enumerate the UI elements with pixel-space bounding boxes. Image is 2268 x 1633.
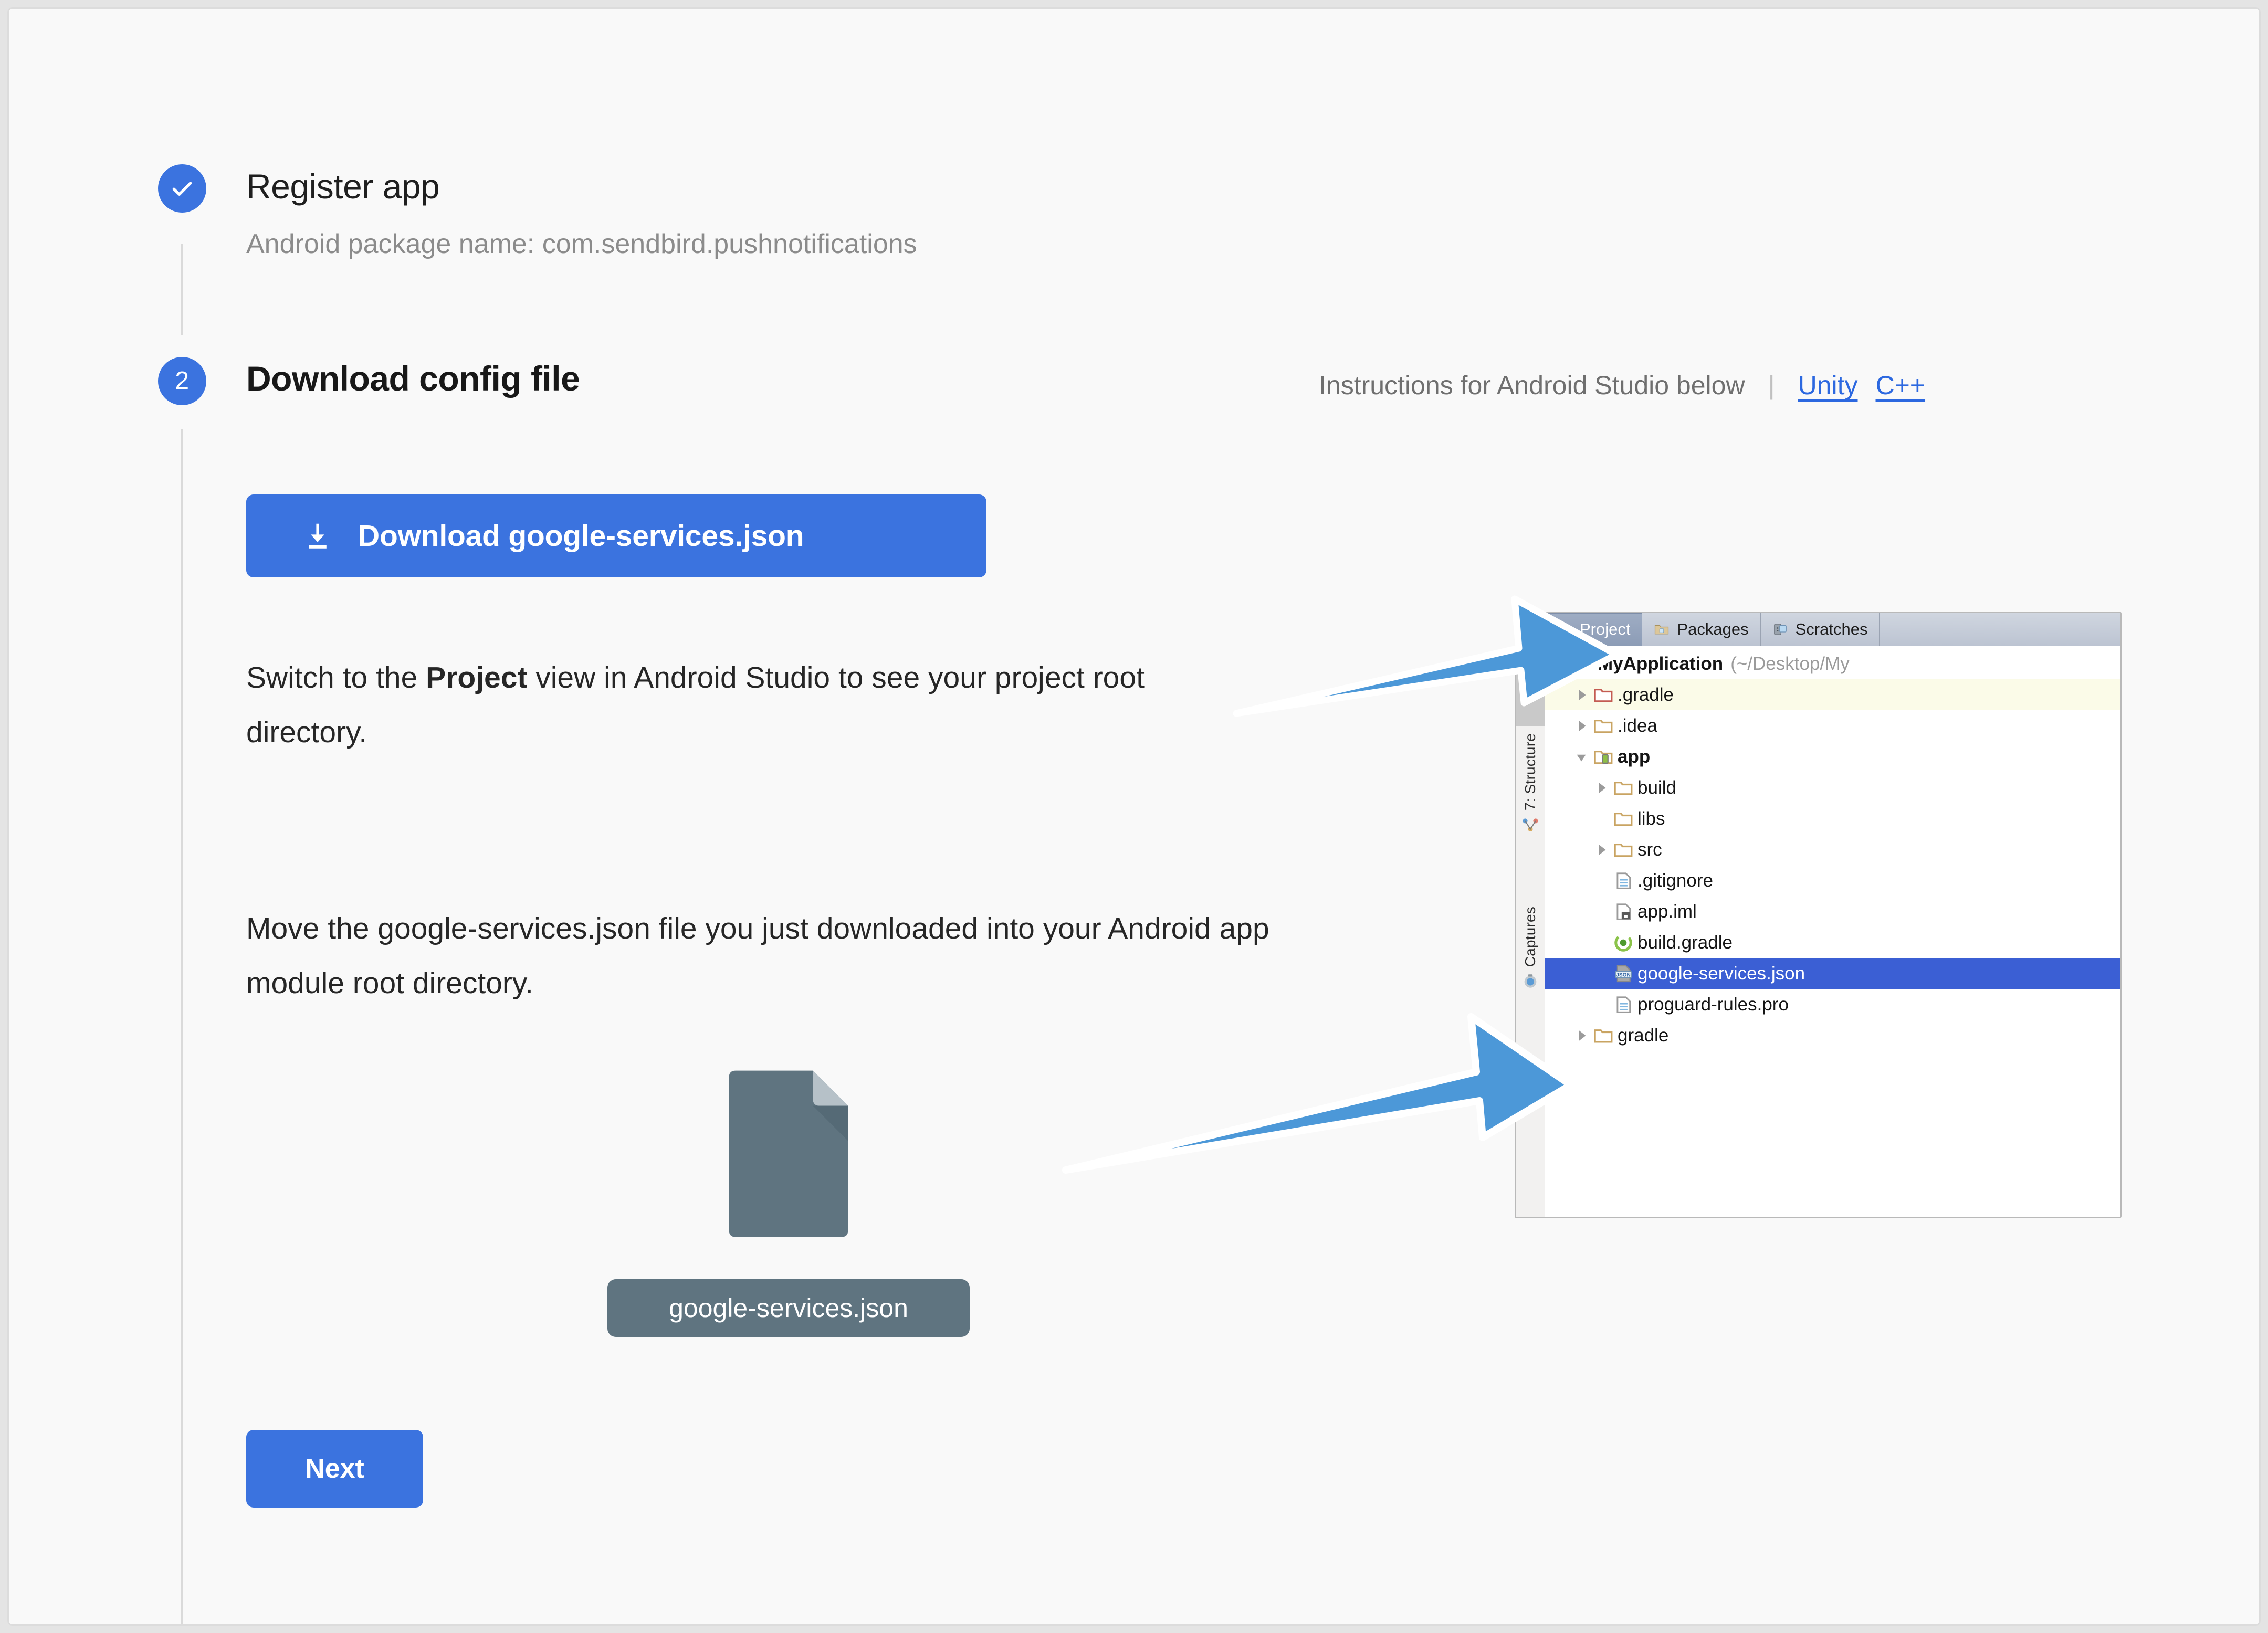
tab-scratches-label: Scratches [1796, 620, 1868, 639]
android-studio-main-column: Project Packages Scratches [1545, 613, 2120, 1217]
tree-row-label: app [1618, 746, 1650, 767]
tree-row[interactable]: gradle [1545, 1020, 2120, 1051]
step-1-subtitle: Android package name: com.sendbird.pushn… [246, 228, 917, 260]
text-file-icon [1613, 995, 1633, 1015]
download-icon [301, 520, 334, 552]
step-connector-line-2 [181, 429, 183, 1626]
check-icon [169, 175, 195, 202]
gradle-file-icon [1613, 933, 1633, 953]
tab-project[interactable]: Project [1545, 613, 1642, 646]
arrow-to-tree [1056, 1006, 1581, 1179]
folder-icon [1593, 716, 1613, 736]
file-name-chip: google-services.json [607, 1279, 970, 1337]
tree-row-label: .idea [1618, 715, 1657, 736]
tree-row-label: app.iml [1637, 901, 1697, 922]
tree-row-label: build.gradle [1637, 932, 1732, 953]
tab-packages[interactable]: Packages [1642, 613, 1760, 646]
step-connector-line-1 [181, 244, 183, 335]
chevron-right-icon[interactable] [1572, 686, 1590, 704]
iml-file-icon [1613, 902, 1633, 922]
step-1-badge-complete [158, 164, 206, 213]
download-google-services-json-button[interactable]: Download google-services.json [246, 494, 986, 577]
chevron-down-icon[interactable] [1552, 655, 1570, 673]
firebase-setup-page: Register app Android package name: com.s… [7, 7, 2261, 1626]
tree-row-label: .gitignore [1637, 870, 1713, 891]
tool-tab-captures-label: Captures [1522, 907, 1539, 967]
tree-row[interactable]: .idea [1545, 710, 2120, 741]
tree-row[interactable]: JSON google-services.json [1545, 958, 2120, 989]
tree-row[interactable]: MyApplication (~/Desktop/My [1545, 648, 2120, 679]
structure-tool-icon [1521, 816, 1539, 834]
para1-bold-project: Project [426, 661, 527, 694]
tool-tab-project[interactable]: 1: [1516, 615, 1545, 726]
step-1-title: Register app [246, 166, 439, 206]
tree-row-path: (~/Desktop/My [1730, 654, 1850, 675]
next-button[interactable]: Next [246, 1430, 423, 1508]
tool-tab-captures[interactable]: Captures [1516, 907, 1545, 990]
tree-row[interactable]: libs [1545, 803, 2120, 834]
tree-row[interactable]: app [1545, 741, 2120, 772]
tree-row[interactable]: .gitignore [1545, 865, 2120, 896]
chevron-right-icon[interactable] [1592, 779, 1610, 797]
tree-row[interactable]: .gradle [1545, 679, 2120, 710]
json-file-icon [720, 1069, 857, 1242]
meta-divider: | [1768, 370, 1775, 401]
step-2-number: 2 [175, 368, 189, 394]
tree-row-label: build [1637, 777, 1676, 798]
step-2-badge-number: 2 [158, 357, 206, 405]
project-file-tree[interactable]: MyApplication (~/Desktop/My .gradle .idea ap… [1545, 646, 2120, 1217]
cpp-link[interactable]: C++ [1876, 370, 1926, 401]
tool-tab-project-label: 1: [1522, 615, 1539, 627]
chevron-right-icon[interactable] [1592, 841, 1610, 859]
chevron-right-icon[interactable] [1572, 1027, 1590, 1045]
step-2-platform-links: Instructions for Android Studio below | … [1319, 370, 1925, 401]
download-button-label: Download google-services.json [358, 519, 804, 553]
tree-row[interactable]: build [1545, 772, 2120, 803]
chevron-down-icon[interactable] [1572, 748, 1590, 766]
folder-icon [1613, 778, 1633, 798]
android-studio-tabbar: Project Packages Scratches [1545, 613, 2120, 646]
tree-row[interactable]: app.iml [1545, 896, 2120, 927]
tree-row-label: gradle [1618, 1025, 1668, 1046]
json-file-icon: JSON [1613, 964, 1633, 984]
folder-icon [1613, 840, 1633, 860]
chevron-right-icon[interactable] [1572, 717, 1590, 735]
tool-tab-structure-label: 7: Structure [1522, 733, 1539, 810]
project-tool-icon [1521, 633, 1539, 650]
project-tab-icon [1557, 621, 1572, 637]
tree-row-label: src [1637, 839, 1662, 860]
svg-text:JSON: JSON [1616, 972, 1631, 978]
android-studio-project-panel: 1: 7: Structure Captures [1515, 612, 2122, 1218]
packages-tab-icon [1654, 621, 1670, 637]
tab-packages-label: Packages [1677, 620, 1748, 639]
tree-row[interactable]: src [1545, 834, 2120, 865]
tree-row-label: proguard-rules.pro [1637, 994, 1789, 1015]
tree-row-label: google-services.json [1637, 963, 1805, 984]
folder-icon [1593, 1026, 1613, 1046]
android-module-icon [1593, 747, 1613, 767]
tree-row-label: libs [1637, 808, 1665, 829]
instructions-note: Instructions for Android Studio below [1319, 370, 1745, 401]
step-2-title: Download config file [246, 359, 580, 398]
file-drop-illustration: google-services.json [607, 1069, 970, 1353]
folder-icon [1613, 809, 1633, 829]
tab-project-label: Project [1580, 620, 1630, 639]
tool-tab-structure[interactable]: 7: Structure [1516, 733, 1545, 834]
folder-red-icon [1593, 685, 1613, 705]
captures-tool-icon [1521, 972, 1539, 990]
tree-row[interactable]: proguard-rules.pro [1545, 989, 2120, 1020]
scratches-tab-icon [1772, 621, 1788, 637]
tree-row[interactable]: build.gradle [1545, 927, 2120, 958]
instruction-paragraph-1: Switch to the Project view in Android St… [246, 650, 1160, 760]
tree-row-label: MyApplication [1598, 654, 1723, 675]
android-studio-tool-strip: 1: 7: Structure Captures [1516, 613, 1545, 1217]
module-folder-icon [1573, 654, 1593, 674]
text-file-icon [1613, 871, 1633, 891]
tab-scratches[interactable]: Scratches [1761, 613, 1880, 646]
instruction-paragraph-2: Move the google-services.json file you j… [246, 901, 1328, 1010]
file-name-text: google-services.json [669, 1293, 908, 1323]
tree-row-label: .gradle [1618, 684, 1674, 705]
para1-part1: Switch to the [246, 661, 426, 694]
unity-link[interactable]: Unity [1798, 370, 1858, 401]
